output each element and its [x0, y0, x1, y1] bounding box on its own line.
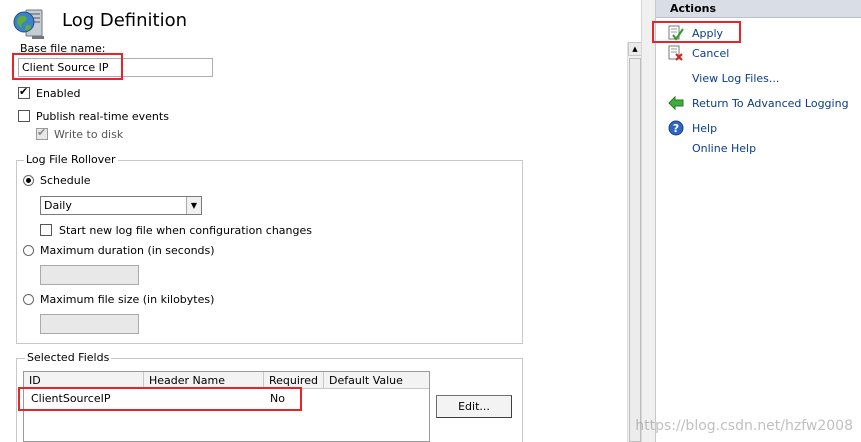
back-arrow-icon	[668, 95, 684, 111]
column-header-required[interactable]: Required	[264, 372, 324, 389]
publish-real-time-checkbox[interactable]	[18, 110, 30, 122]
globe-server-icon	[13, 9, 44, 39]
page-title: Log Definition	[62, 10, 188, 31]
log-definition-panel: Log Definition Base file name: Enabled P…	[0, 0, 627, 442]
start-new-log-label: Start new log file when configuration ch…	[59, 224, 312, 237]
schedule-radio[interactable]	[23, 175, 34, 186]
row-id-cell: ClientSourceIP	[31, 392, 111, 405]
max-duration-input	[40, 265, 139, 285]
start-new-log-checkbox[interactable]	[40, 224, 52, 236]
max-size-label: Maximum file size (in kilobytes)	[40, 293, 215, 306]
max-size-input	[40, 314, 139, 334]
max-duration-radio[interactable]	[23, 245, 34, 256]
write-to-disk-label: Write to disk	[54, 128, 124, 141]
panel-splitter[interactable]	[641, 0, 655, 442]
return-to-advanced-logging-link[interactable]: Return To Advanced Logging	[692, 97, 849, 110]
actions-panel: Actions Apply Cancel View Log Files... R…	[655, 0, 861, 442]
max-duration-label: Maximum duration (in seconds)	[40, 244, 215, 257]
schedule-select[interactable]: Daily ▼	[40, 196, 202, 215]
column-header-id[interactable]: ID	[24, 372, 144, 389]
watermark: https://blog.csdn.net/hzfw2008	[635, 418, 853, 434]
main-scrollbar[interactable]: ▲	[627, 42, 642, 442]
apply-link[interactable]: Apply	[692, 27, 723, 40]
cancel-icon	[668, 45, 683, 61]
write-to-disk-checkbox	[36, 126, 48, 140]
table-row[interactable]: ClientSourceIP No	[24, 390, 429, 406]
actions-header: Actions	[656, 0, 861, 18]
schedule-label: Schedule	[40, 174, 91, 187]
cancel-link[interactable]: Cancel	[692, 47, 729, 60]
column-header-header-name[interactable]: Header Name	[144, 372, 264, 389]
base-file-name-label: Base file name:	[20, 42, 106, 55]
help-link[interactable]: Help	[692, 122, 717, 135]
publish-real-time-label: Publish real-time events	[36, 110, 169, 123]
column-header-default-value[interactable]: Default Value	[324, 372, 429, 389]
chevron-down-icon[interactable]: ▼	[186, 197, 201, 214]
base-file-name-input[interactable]	[18, 58, 213, 77]
max-size-radio[interactable]	[23, 294, 34, 305]
enabled-checkbox[interactable]	[18, 85, 30, 99]
row-required-cell: No	[270, 392, 285, 405]
help-icon: ?	[668, 120, 684, 136]
log-file-rollover-title: Log File Rollover	[24, 153, 118, 166]
selected-fields-list[interactable]: ID Header Name Required Default Value Cl…	[23, 371, 430, 442]
enabled-label: Enabled	[36, 87, 81, 100]
selected-fields-title: Selected Fields	[25, 351, 112, 364]
schedule-select-value: Daily	[44, 199, 72, 212]
scroll-thumb[interactable]	[629, 58, 641, 442]
view-log-files-link[interactable]: View Log Files...	[692, 72, 779, 85]
edit-button[interactable]: Edit...	[436, 395, 512, 418]
online-help-link[interactable]: Online Help	[692, 142, 756, 155]
scroll-up-icon[interactable]: ▲	[628, 42, 642, 56]
svg-text:?: ?	[673, 122, 679, 135]
apply-icon	[668, 25, 684, 41]
